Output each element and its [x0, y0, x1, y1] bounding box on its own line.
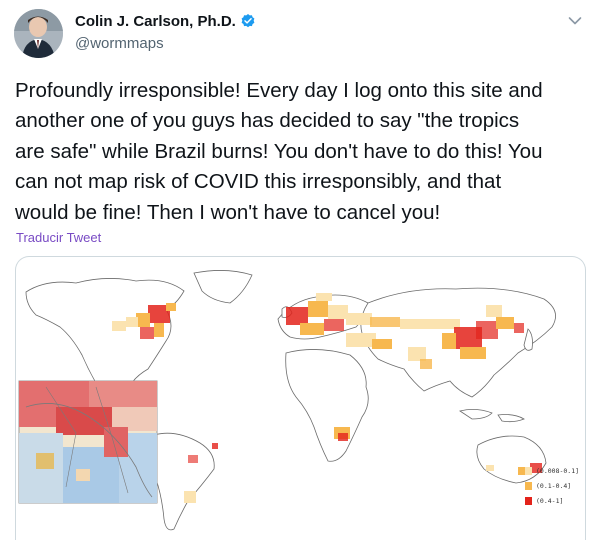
inset-map — [18, 380, 158, 504]
legend-swatch-medium — [525, 481, 532, 490]
legend-item-low: (0.008-0.1] — [525, 464, 579, 477]
legend-swatch-low — [525, 466, 532, 475]
chevron-down-icon[interactable] — [566, 12, 584, 30]
author-handle[interactable]: @wormmaps — [75, 35, 164, 52]
legend-item-medium: (0.1-0.4] — [525, 479, 579, 492]
legend-label-medium: (0.1-0.4] — [536, 481, 572, 490]
legend-item-high: (0.4-1] — [525, 494, 579, 507]
tweet-text: Profoundly irresponsible! Every day I lo… — [15, 79, 543, 224]
legend-label-low: (0.008-0.1] — [536, 466, 580, 475]
tweet-media-image[interactable] — [15, 256, 586, 540]
author-name-row[interactable]: Colin J. Carlson, Ph.D. — [75, 11, 256, 31]
legend-swatch-high — [525, 496, 532, 505]
translate-tweet-link[interactable]: Traducir Tweet — [16, 230, 101, 245]
map-legend: (0.008-0.1] (0.1-0.4] (0.4-1] — [525, 464, 579, 509]
author-display-name[interactable]: Colin J. Carlson, Ph.D. — [75, 13, 236, 30]
verified-badge-icon — [240, 13, 256, 29]
legend-label-high: (0.4-1] — [536, 496, 564, 505]
avatar[interactable] — [14, 9, 63, 58]
